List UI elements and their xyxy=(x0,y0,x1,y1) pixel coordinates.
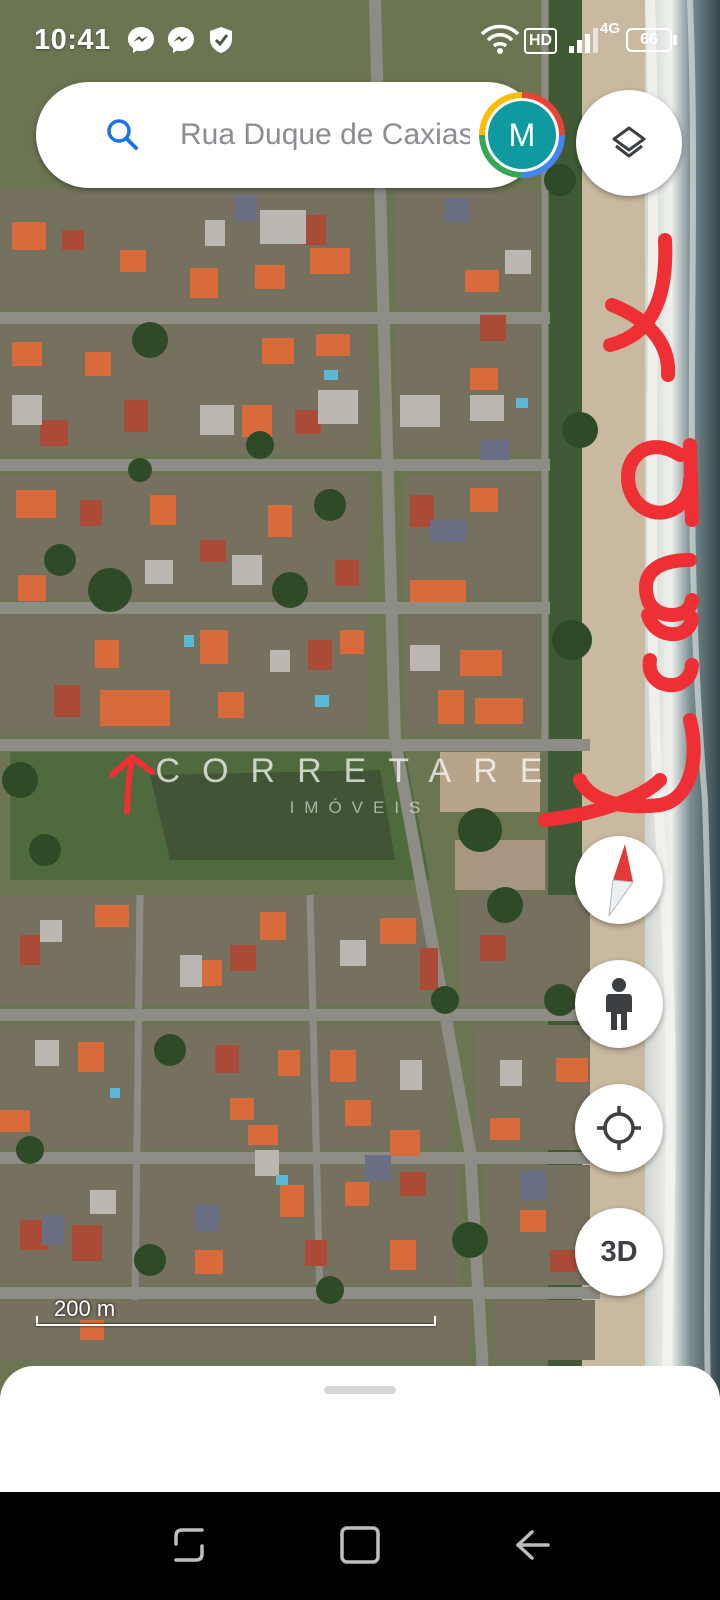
system-navigation-bar xyxy=(0,1492,720,1600)
watermark-subtitle: IMÓVEIS xyxy=(289,798,431,817)
3d-label: 3D xyxy=(600,1235,638,1268)
sheet-drag-handle[interactable] xyxy=(324,1386,396,1394)
status-time: 10:41 xyxy=(34,24,111,56)
compass-button[interactable] xyxy=(575,836,663,924)
street-view-button[interactable] xyxy=(575,960,663,1048)
account-avatar-button[interactable]: M xyxy=(479,92,565,178)
hd-badge: HD xyxy=(524,28,558,54)
compass-icon xyxy=(608,844,634,917)
battery-tip xyxy=(673,35,677,45)
my-location-button[interactable] xyxy=(575,1084,663,1172)
bottom-sheet[interactable] xyxy=(0,1366,720,1492)
scale-line xyxy=(36,1324,436,1326)
home-icon[interactable] xyxy=(338,1524,382,1566)
avatar-letter: M xyxy=(488,101,556,169)
battery-level: 66 xyxy=(640,31,658,48)
search-bar[interactable]: Rua Duque de Caxias M xyxy=(36,82,565,188)
shield-icon xyxy=(210,27,232,53)
messenger-icon xyxy=(128,27,154,53)
messenger-icon xyxy=(168,27,194,53)
wifi-icon xyxy=(480,24,520,54)
scale-tick-right xyxy=(434,1316,436,1326)
map-scale: 200 m xyxy=(36,1296,436,1326)
signal-icon xyxy=(569,28,598,53)
layers-button[interactable] xyxy=(576,90,682,196)
recent-apps-icon[interactable] xyxy=(168,1524,210,1566)
status-bar: 10:41 HD 4G 66 xyxy=(0,0,720,80)
network-type: 4G xyxy=(600,20,621,37)
3d-button[interactable]: 3D xyxy=(575,1208,663,1296)
battery-icon: 66 xyxy=(626,28,672,52)
search-input[interactable]: Rua Duque de Caxias xyxy=(180,118,470,152)
avatar: M xyxy=(485,98,559,172)
my-location-icon xyxy=(597,1106,641,1150)
back-icon[interactable] xyxy=(512,1524,552,1566)
layers-icon xyxy=(612,126,646,158)
search-icon[interactable] xyxy=(106,118,140,152)
watermark-brand: CORRETARE xyxy=(155,752,565,790)
street-view-pegman-icon xyxy=(606,978,632,1030)
scale-label: 200 m xyxy=(54,1296,116,1321)
